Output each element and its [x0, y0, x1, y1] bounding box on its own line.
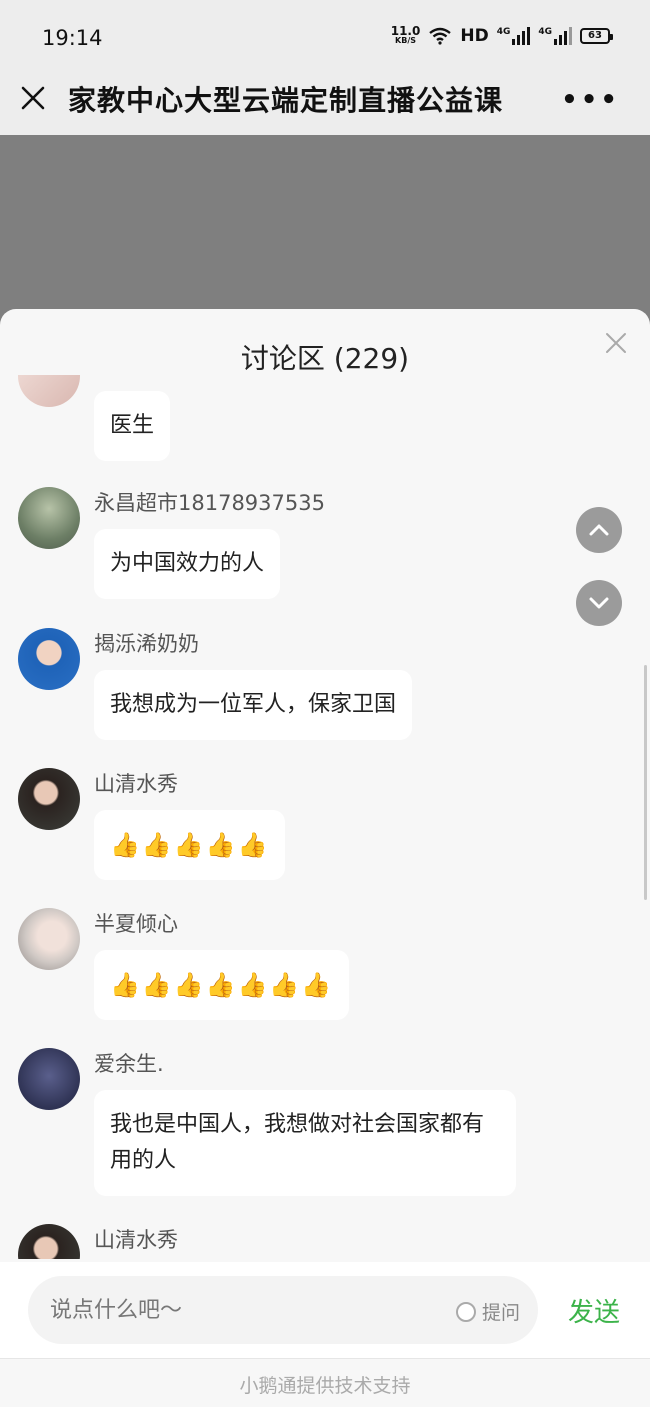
- avatar[interactable]: [18, 1224, 80, 1259]
- message-bubble: 我也是中国人，我想做对社会国家都有用的人: [94, 1090, 516, 1196]
- message-bubble: 为中国效力的人: [94, 529, 281, 599]
- message-author: 山清水秀: [94, 1228, 178, 1252]
- message-author: 山清水秀: [94, 772, 178, 796]
- avatar[interactable]: [18, 375, 80, 407]
- avatar[interactable]: [18, 487, 80, 549]
- network-speed: 11.0 KB/S: [390, 24, 421, 45]
- message-bubble: 我想成为一位军人，保家卫国: [94, 670, 413, 740]
- message-list[interactable]: 医生 永昌超市18178937535 为中国效力的人 揭泺浠奶奶 我想成为一位军…: [0, 375, 650, 1259]
- avatar[interactable]: [18, 768, 80, 830]
- tech-support-text: 小鹅通提供技术支持: [239, 1375, 411, 1397]
- message-author: 揭泺浠奶奶: [94, 632, 199, 656]
- avatar[interactable]: [18, 908, 80, 970]
- message-input-wrapper: 提问: [28, 1276, 538, 1344]
- message-author: 爱余生.: [94, 1052, 164, 1076]
- scrollbar[interactable]: [644, 665, 647, 900]
- message-bubble: 👍👍👍👍👍👍👍: [94, 950, 350, 1020]
- more-icon[interactable]: •••: [561, 85, 620, 115]
- video-player[interactable]: [0, 135, 650, 325]
- message-bubble: 👍👍👍👍👍: [94, 810, 286, 880]
- scroll-down-button[interactable]: [576, 580, 622, 626]
- status-icons: 11.0 KB/S HD 4G 4G 63: [390, 24, 613, 46]
- chevron-down-icon: [589, 597, 609, 609]
- panel-title: 讨论区 (229): [240, 342, 410, 375]
- wifi-icon: [429, 27, 452, 45]
- avatar[interactable]: [18, 1048, 80, 1110]
- scroll-up-button[interactable]: [576, 507, 622, 553]
- chevron-up-icon: [589, 524, 609, 536]
- ask-label: 提问: [481, 1302, 520, 1324]
- signal-icon-2: 4G: [538, 27, 572, 45]
- status-bar: 19:14 11.0 KB/S HD 4G 4G 63: [0, 0, 650, 75]
- message-bubble: 医生: [94, 391, 171, 461]
- signal-icon: 4G: [497, 27, 531, 45]
- close-icon[interactable]: [18, 83, 48, 113]
- nav-bar: 家教中心大型云端定制直播公益课 •••: [0, 75, 650, 135]
- battery-icon: 63: [580, 28, 613, 44]
- footer: 小鹅通提供技术支持: [0, 1358, 650, 1407]
- composer-bar: 提问 发送: [0, 1262, 650, 1358]
- message-author: 永昌超市18178937535: [94, 491, 325, 515]
- page-title: 家教中心大型云端定制直播公益课: [68, 84, 504, 117]
- send-button[interactable]: 发送: [568, 1292, 620, 1329]
- avatar[interactable]: [18, 628, 80, 690]
- message-author: 半夏倾心: [94, 912, 178, 936]
- hd-badge: HD: [460, 26, 489, 46]
- radio-icon[interactable]: [455, 1301, 476, 1322]
- status-time: 19:14: [42, 26, 103, 50]
- discussion-panel: 讨论区 (229) 医生 永昌超市18178937535 为中国效力的人 揭泺浠…: [0, 309, 650, 1407]
- panel-close-icon[interactable]: [604, 331, 628, 355]
- message-input[interactable]: [50, 1276, 430, 1344]
- ask-question-toggle[interactable]: 提问: [455, 1298, 520, 1325]
